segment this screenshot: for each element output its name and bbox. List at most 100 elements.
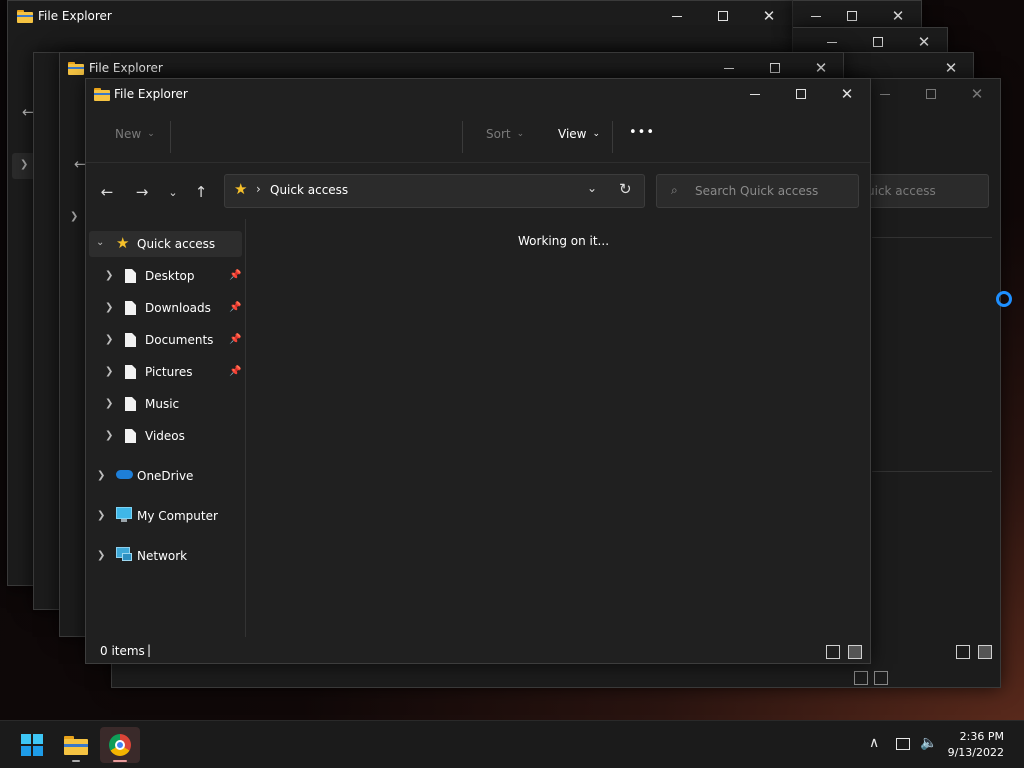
background-window-2[interactable]: ✕ bbox=[793, 0, 922, 30]
folder-icon bbox=[68, 62, 84, 75]
details-view-icon[interactable] bbox=[854, 671, 868, 685]
sidebar-item-onedrive[interactable]: ❯ OneDrive bbox=[89, 463, 242, 489]
running-indicator bbox=[72, 760, 80, 762]
close-button[interactable]: ✕ bbox=[901, 28, 947, 54]
close-button[interactable]: ✕ bbox=[824, 79, 870, 109]
pin-icon: 📌 bbox=[229, 334, 242, 345]
toolbar-separator bbox=[462, 121, 463, 153]
search-input[interactable] bbox=[695, 183, 845, 199]
taskbar-clock[interactable]: 2:36 PM 9/13/2022 bbox=[948, 729, 1004, 761]
sidebar-item-label: My Computer bbox=[137, 509, 218, 523]
sidebar-item-videos[interactable]: ❯ Videos bbox=[89, 423, 242, 449]
more-options-button[interactable]: ••• bbox=[629, 125, 655, 140]
sidebar-item-network[interactable]: ❯ Network bbox=[89, 543, 242, 569]
sidebar-item-music[interactable]: ❯ Music bbox=[89, 391, 242, 417]
maximize-button[interactable] bbox=[908, 79, 954, 109]
sidebar-item-documents[interactable]: ❯ Documents 📌 bbox=[89, 327, 242, 353]
search-box[interactable]: ⌕ bbox=[656, 174, 859, 208]
maximize-button[interactable] bbox=[855, 28, 901, 54]
start-button[interactable] bbox=[12, 727, 52, 763]
back-button[interactable]: ← bbox=[96, 181, 118, 203]
maximize-button[interactable] bbox=[778, 79, 824, 109]
search-icon: ⌕ bbox=[671, 183, 678, 197]
address-dropdown-icon[interactable]: ⌄ bbox=[587, 181, 597, 195]
maximize-button[interactable] bbox=[700, 1, 746, 31]
sidebar-item-label: Pictures bbox=[145, 365, 193, 379]
breadcrumb-quick-access[interactable]: Quick access bbox=[270, 183, 348, 197]
sidebar-item-desktop[interactable]: ❯ Desktop 📌 bbox=[89, 263, 242, 289]
computer-stand-icon bbox=[121, 519, 127, 522]
chevron-right-icon[interactable]: ❯ bbox=[105, 398, 113, 409]
close-button[interactable]: ✕ bbox=[954, 79, 1000, 109]
sidebar-item-my-computer[interactable]: ❯ My Computer bbox=[89, 503, 242, 529]
sidebar-item-pictures[interactable]: ❯ Pictures 📌 bbox=[89, 359, 242, 385]
file-icon bbox=[125, 365, 136, 379]
background-window-3[interactable]: ✕ bbox=[793, 27, 948, 55]
titlebar[interactable]: File Explorer ✕ bbox=[86, 79, 870, 109]
maximize-button[interactable] bbox=[829, 1, 875, 29]
large-icons-view-icon[interactable] bbox=[874, 671, 888, 685]
minimize-button[interactable] bbox=[732, 79, 778, 109]
chevron-right-icon: ❯ bbox=[20, 159, 29, 170]
chevron-right-icon[interactable]: ❯ bbox=[97, 510, 105, 521]
chrome-taskbar-button[interactable] bbox=[100, 727, 140, 763]
chevron-right-icon[interactable]: ❯ bbox=[97, 550, 105, 561]
close-button[interactable]: ✕ bbox=[746, 1, 792, 31]
chevron-right-icon[interactable]: ❯ bbox=[97, 470, 105, 481]
chevron-right-icon[interactable]: ❯ bbox=[105, 366, 113, 377]
arrow-right-icon: → bbox=[135, 183, 149, 201]
navigation-bar: ← → ⌄ ↑ ★ › Quick access ⌄ ↻ ⌕ bbox=[86, 163, 870, 219]
pin-icon: 📌 bbox=[229, 270, 242, 281]
file-explorer-window[interactable]: File Explorer ✕ New ⌄ Sort ⌄ View ⌄ ••• … bbox=[85, 78, 871, 664]
sidebar-item-label: Documents bbox=[145, 333, 214, 347]
sidebar-item-quick-access[interactable]: ⌄ ★ Quick access bbox=[89, 231, 242, 257]
busy-cursor-icon bbox=[996, 291, 1012, 307]
sidebar-item-label: Quick access bbox=[137, 237, 216, 251]
chevron-right-icon[interactable]: ❯ bbox=[105, 334, 113, 345]
chrome-icon bbox=[109, 734, 131, 756]
chevron-right-icon[interactable]: ❯ bbox=[105, 270, 113, 281]
details-view-icon[interactable] bbox=[826, 645, 840, 659]
clock-date: 9/13/2022 bbox=[947, 746, 1004, 759]
large-icons-view-icon[interactable] bbox=[848, 645, 862, 659]
chevron-down-icon: ⌄ bbox=[147, 129, 155, 139]
chevron-right-icon[interactable]: ❯ bbox=[105, 430, 113, 441]
file-icon bbox=[125, 429, 136, 443]
folder-icon bbox=[17, 10, 33, 23]
computer-icon bbox=[116, 507, 132, 519]
forward-button[interactable]: → bbox=[131, 181, 153, 203]
minimize-button[interactable] bbox=[654, 1, 700, 31]
details-view-icon[interactable] bbox=[956, 645, 970, 659]
window-title: File Explorer bbox=[38, 9, 112, 23]
up-button[interactable]: ↑ bbox=[190, 181, 212, 203]
chevron-right-icon[interactable]: ❯ bbox=[105, 302, 113, 313]
view-button[interactable]: View ⌄ bbox=[558, 127, 600, 141]
close-button[interactable]: ✕ bbox=[875, 1, 921, 29]
titlebar[interactable]: File Explorer ✕ bbox=[8, 1, 792, 31]
file-explorer-taskbar-button[interactable] bbox=[56, 727, 96, 763]
minimize-button[interactable] bbox=[809, 28, 855, 54]
sidebar-item-downloads[interactable]: ❯ Downloads 📌 bbox=[89, 295, 242, 321]
cloud-icon bbox=[116, 470, 133, 479]
network-status-icon[interactable] bbox=[896, 738, 910, 750]
running-indicator bbox=[113, 760, 127, 762]
status-separator: | bbox=[147, 643, 152, 657]
window-title: File Explorer bbox=[89, 61, 163, 75]
recent-locations-button[interactable]: ⌄ bbox=[162, 181, 184, 203]
chevron-down-icon[interactable]: ⌄ bbox=[96, 237, 104, 248]
address-bar[interactable]: ★ › Quick access ⌄ ↻ bbox=[224, 174, 645, 208]
item-count: 0 items bbox=[100, 644, 145, 658]
chevron-up-icon[interactable]: ∧ bbox=[869, 735, 879, 751]
new-button[interactable]: New ⌄ bbox=[115, 127, 155, 141]
sidebar-item-label: Network bbox=[137, 549, 188, 563]
refresh-icon[interactable]: ↻ bbox=[619, 180, 632, 198]
sort-button[interactable]: Sort ⌄ bbox=[486, 127, 524, 141]
chevron-down-icon: ⌄ bbox=[592, 129, 601, 139]
volume-icon[interactable]: 🔈 bbox=[920, 735, 937, 751]
large-icons-view-icon[interactable] bbox=[978, 645, 992, 659]
toolbar-separator bbox=[612, 121, 613, 153]
status-bar: 0 items | bbox=[86, 637, 870, 663]
chevron-right-icon: ❯ bbox=[70, 211, 79, 222]
file-icon bbox=[125, 269, 136, 283]
toolbar-separator bbox=[170, 121, 171, 153]
